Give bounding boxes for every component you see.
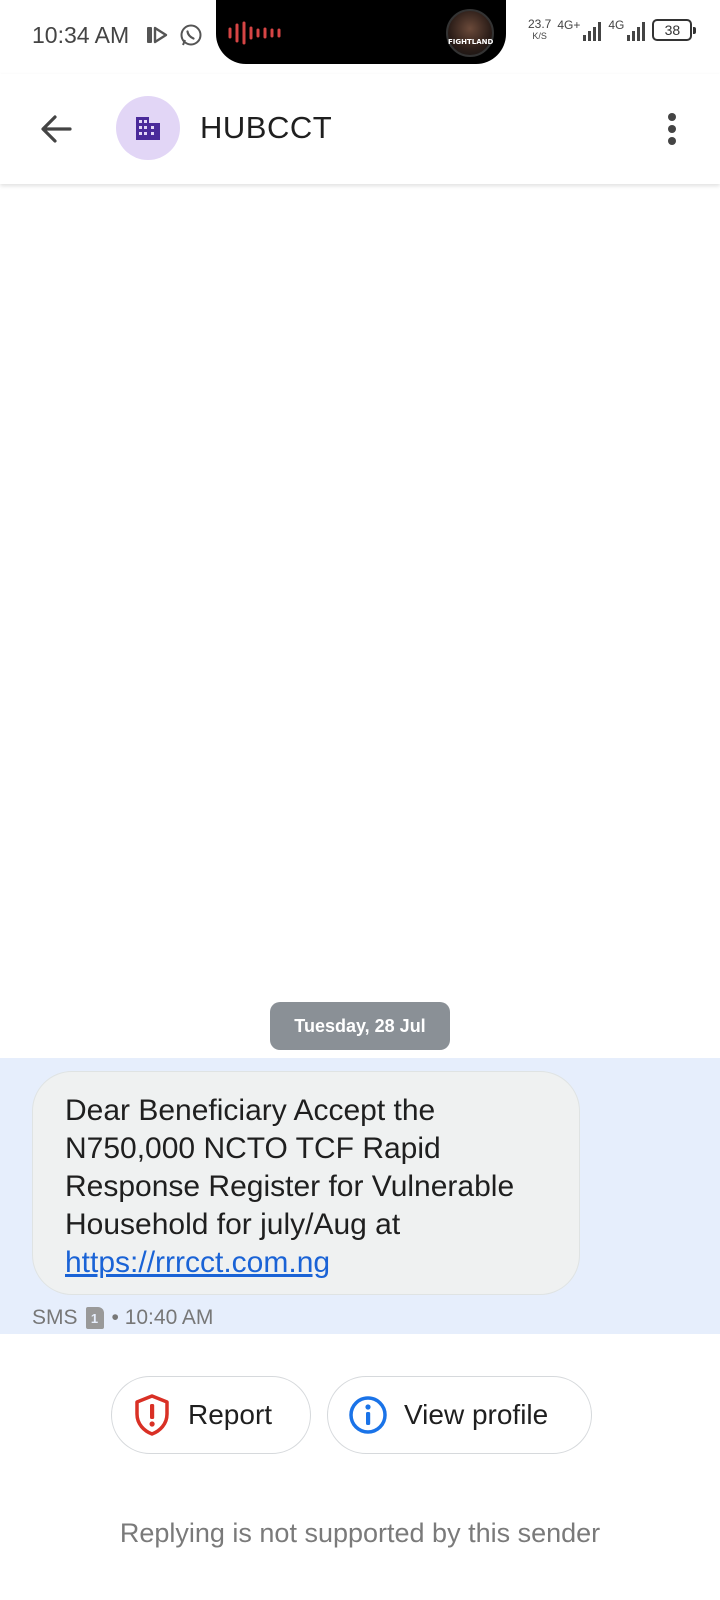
whatsapp-icon [180,24,202,46]
sim-number: 1 [90,1310,99,1326]
signal-2: 4G [608,18,646,42]
message-line: N750,000 NCTO TCF Rapid [65,1132,441,1165]
signal-bars-icon [627,22,646,41]
sender-avatar[interactable] [116,96,180,160]
status-system-icons: 23.7 K/S 4G+ 4G 38 [528,18,697,42]
more-vert-icon [668,113,676,145]
message-type: SMS [32,1306,78,1329]
info-icon [349,1396,387,1434]
building-icon [136,117,160,140]
message-line: Dear Beneficiary Accept the [65,1094,436,1127]
sender-title[interactable]: HUBCCT [200,110,332,146]
date-divider: Tuesday, 28 Jul [270,1002,450,1050]
battery-level: 38 [664,22,681,38]
back-button[interactable] [28,104,84,154]
audio-wave-icon [228,21,281,45]
report-button[interactable]: Report [111,1376,311,1454]
message-bubble[interactable]: Dear Beneficiary Accept the N750,000 NCT… [32,1071,580,1295]
view-profile-button[interactable]: View profile [327,1376,592,1454]
arrow-back-icon [41,115,72,143]
signal-2-label: 4G [608,18,625,32]
network-speed-value: 23.7 [528,17,552,31]
signal-bars-icon [583,22,602,41]
media-cast-icon [147,26,168,44]
message-row: Dear Beneficiary Accept the N750,000 NCT… [0,1058,720,1334]
status-time: 10:34 AM [32,22,130,48]
conversation-header: HUBCCT [0,74,720,184]
status-notification-icons [144,22,204,48]
reply-unsupported-note: Replying is not supported by this sender [119,1518,601,1548]
media-thumbnail[interactable]: FIGHTLAND [446,9,494,57]
message-link[interactable]: https://rrrcct.com.ng [65,1244,549,1282]
media-thumbnail-label: FIGHTLAND [448,38,494,46]
battery-icon: 38 [652,19,697,41]
message-line: Response Register for Vulnerable [65,1170,515,1203]
status-bar: 10:34 AM FIGHTLAND 23.7 K/S 4G+ 4G 38 [0,0,720,74]
signal-1-label: 4G+ [557,18,581,32]
sim-icon: 1 [85,1307,104,1329]
report-label: Report [188,1399,273,1430]
message-line: Household for july/Aug at [65,1208,401,1241]
view-profile-label: View profile [404,1399,549,1430]
camera-notch: FIGHTLAND [216,0,506,64]
signal-1: 4G+ [557,18,602,42]
more-options-button[interactable] [650,104,694,154]
network-speed: 23.7 K/S [528,18,551,42]
report-shield-icon [135,1394,169,1436]
message-time: • 10:40 AM [111,1306,214,1329]
network-speed-unit: K/S [532,31,547,41]
message-meta: SMS 1 • 10:40 AM [32,1306,213,1330]
